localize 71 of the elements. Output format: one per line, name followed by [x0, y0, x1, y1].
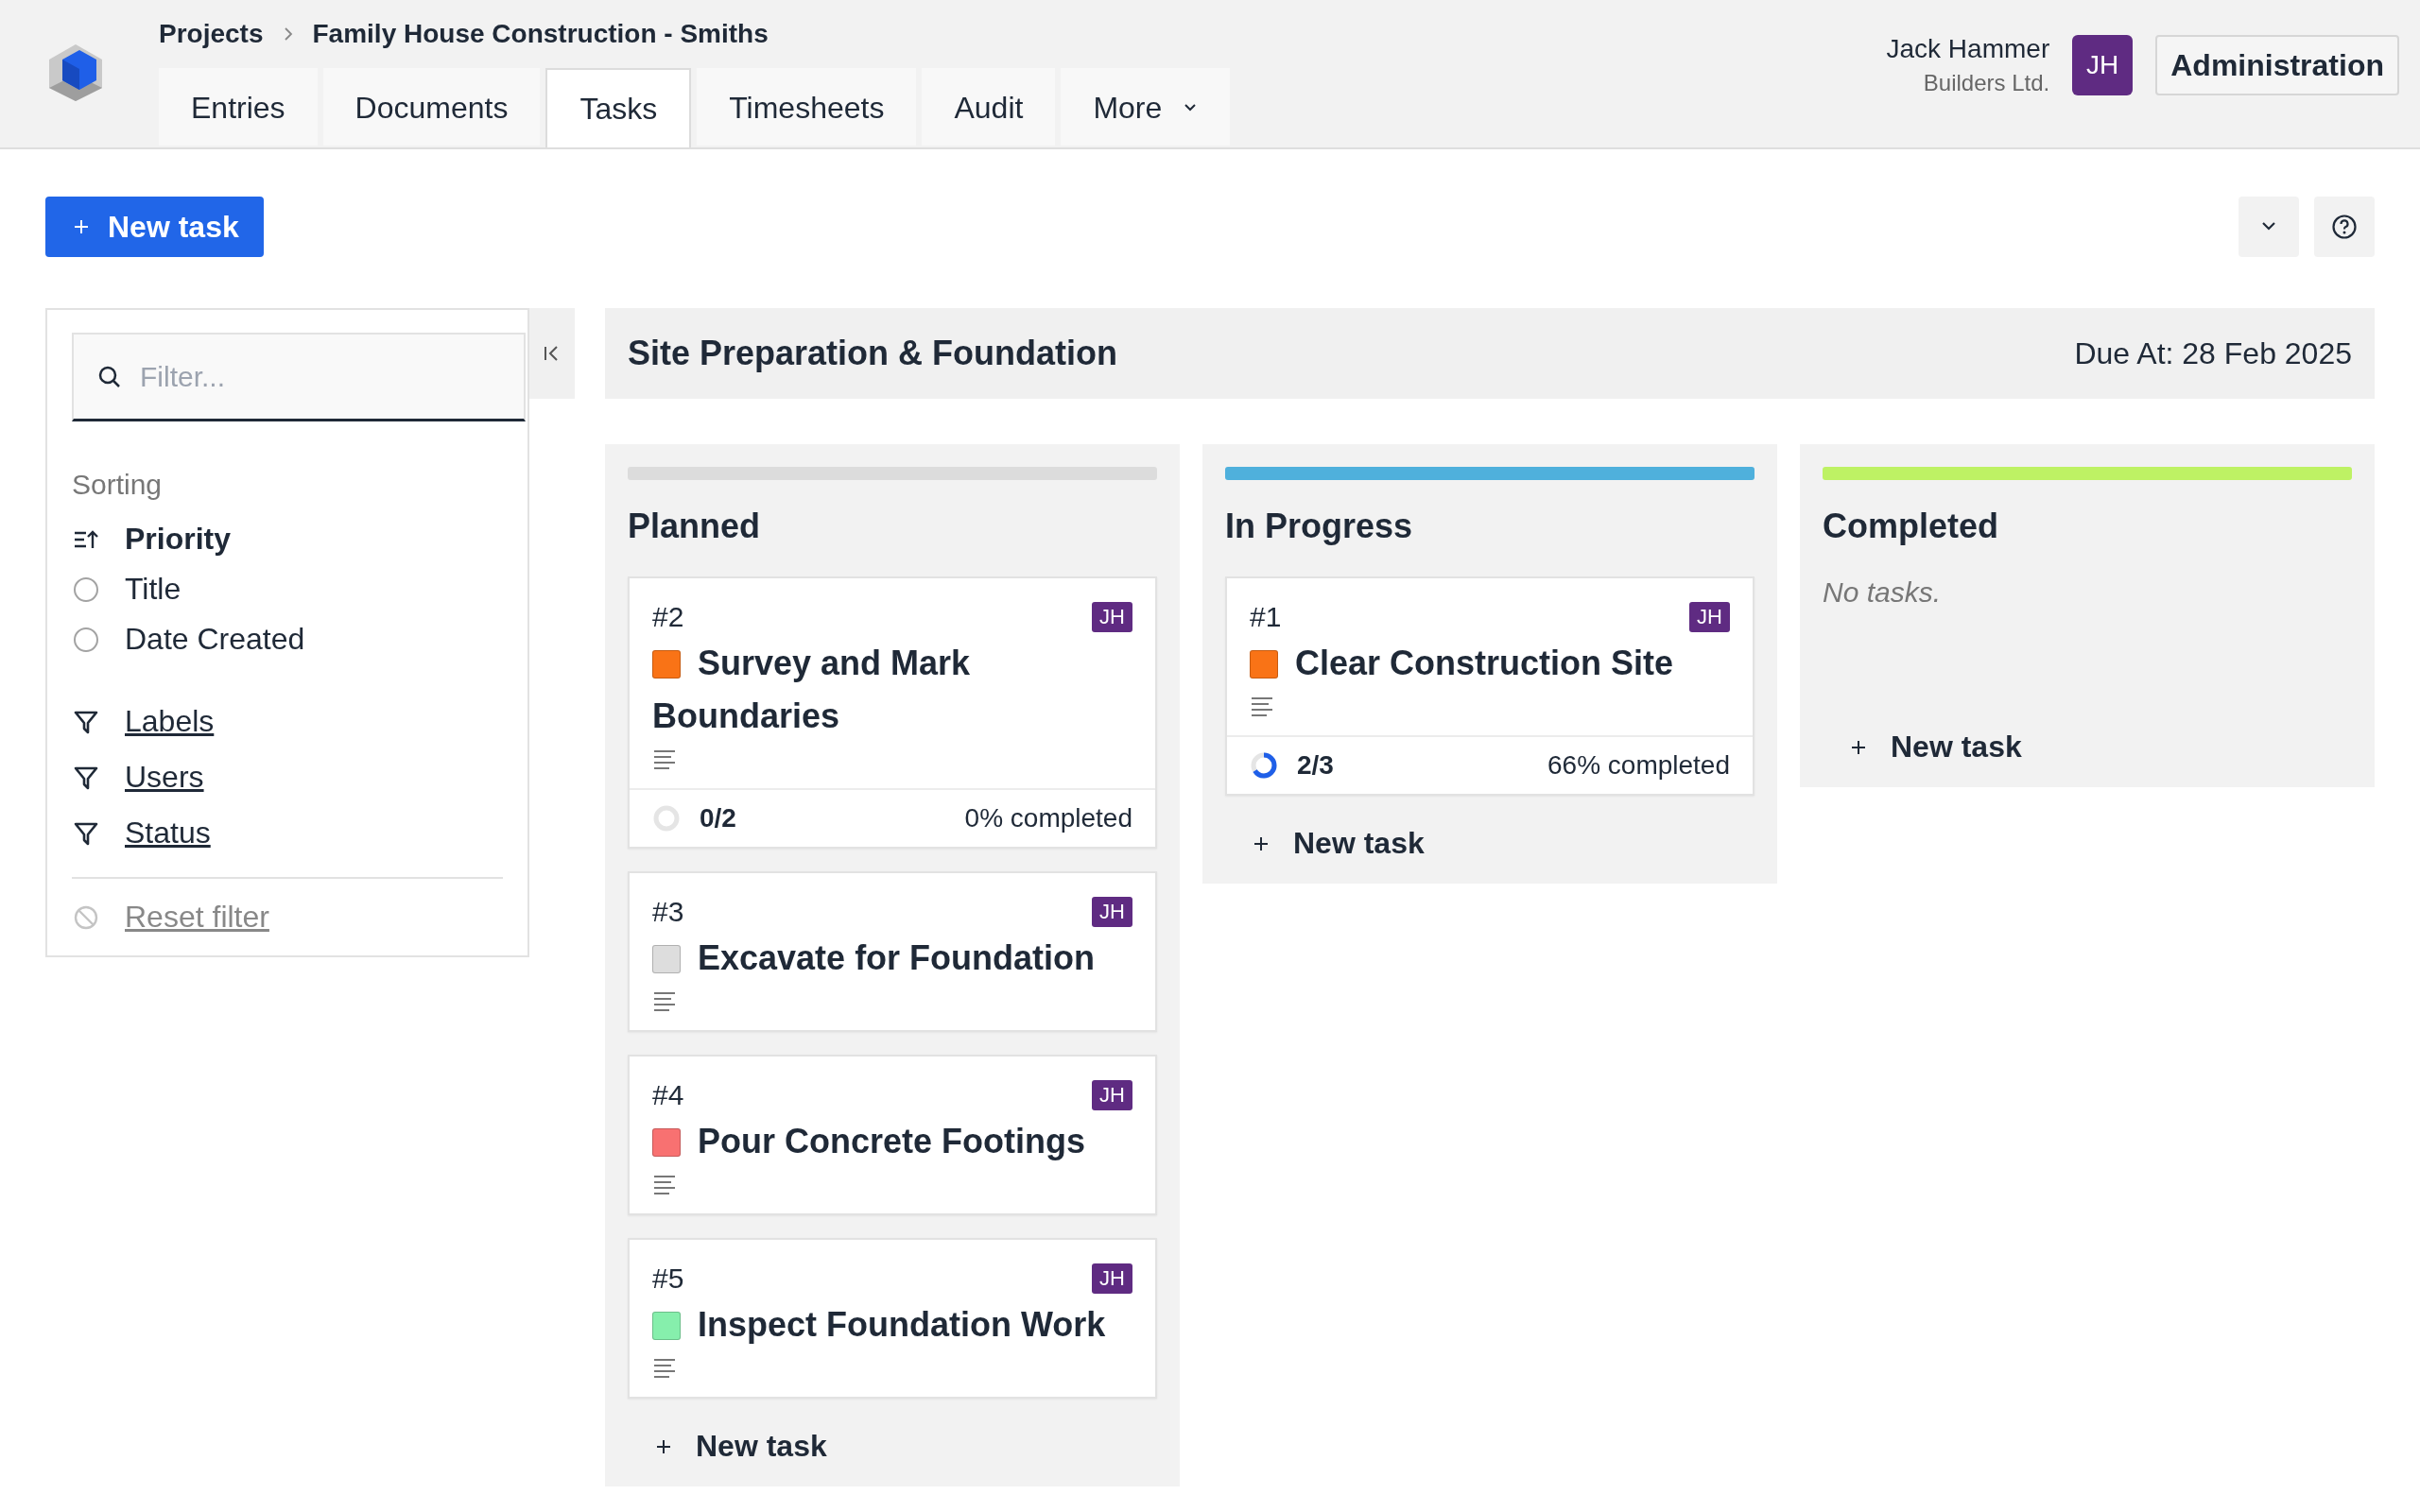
plus-icon [72, 217, 91, 236]
description-icon [652, 1357, 677, 1380]
task-number: #4 [652, 1079, 684, 1111]
column-title: Planned [628, 507, 762, 546]
section-label: Sorting [72, 469, 164, 501]
nav-tab[interactable]: Timesheets [697, 68, 917, 146]
nav-tab[interactable]: More [1061, 68, 1231, 146]
task-card[interactable]: #2 JH Survey and Mark Boundaries 0/2 0% completed [628, 576, 1157, 849]
nav-tab[interactable]: Audit [922, 68, 1056, 146]
task-title: Excavate for Foundation [652, 932, 1132, 985]
administration-button[interactable]: Administration [2155, 35, 2399, 95]
assignee-badge: JH [1092, 602, 1132, 632]
task-title: Pour Concrete Footings [652, 1115, 1132, 1168]
column-title: In Progress [1225, 507, 1414, 546]
blocked-icon [72, 903, 100, 931]
task-title: Inspect Foundation Work [652, 1298, 1132, 1351]
task-title: Survey and Mark Boundaries [652, 643, 972, 737]
nav-tab[interactable]: Tasks [545, 68, 692, 147]
help-icon [2331, 214, 2358, 240]
task-number: #3 [652, 896, 684, 928]
due-date: Due At: 28 Feb 2025 [2074, 335, 2352, 371]
column-title: Completed [1823, 507, 1999, 546]
progress-text: 66% completed [1547, 750, 1730, 781]
add-task-button[interactable]: New task [1823, 722, 2352, 772]
radio-button[interactable] [72, 576, 100, 603]
progress-text: 0% completed [964, 803, 1132, 833]
assignee-badge: JH [1092, 897, 1132, 927]
progress-ring [652, 804, 681, 833]
caret-icon [1183, 103, 1199, 112]
sort-option[interactable]: Title [125, 572, 182, 607]
company-name: Builders Ltd. [1923, 70, 2050, 96]
assignee-badge: JH [1092, 1263, 1132, 1294]
add-task-button[interactable]: New task [628, 1421, 1157, 1471]
nav-tab[interactable]: Documents [322, 68, 541, 146]
task-number: #1 [1250, 601, 1282, 633]
task-card[interactable]: #4 JH Pour Concrete Footings [628, 1055, 1157, 1215]
breadcrumb-current: Family House Construction - Smiths [312, 19, 769, 49]
filter-link[interactable]: Labels [125, 704, 215, 739]
cube-logo-icon[interactable] [47, 43, 104, 103]
description-icon [1250, 696, 1274, 718]
task-card[interactable]: #3 JH Excavate for Foundation [628, 871, 1157, 1032]
breadcrumb-link[interactable]: Projects [159, 19, 264, 49]
filter-link[interactable]: Status [125, 816, 211, 850]
radio-button[interactable] [72, 626, 100, 653]
subtask-count: 2/3 [1297, 750, 1334, 781]
task-card[interactable]: #5 JH Inspect Foundation Work [628, 1238, 1157, 1399]
assignee-badge: JH [1689, 602, 1730, 632]
help-button[interactable] [2314, 197, 2375, 257]
subtask-count: 0/2 [700, 803, 736, 833]
empty-message: No tasks. [1823, 576, 1943, 609]
task-number: #2 [652, 601, 684, 633]
progress-ring [1250, 751, 1278, 780]
description-icon [652, 748, 677, 771]
task-card[interactable]: #1 JH Clear Construction Site 2/3 66% completed [1225, 576, 1754, 796]
user-avatar[interactable]: JH [2072, 35, 2134, 95]
chevron-right-icon [282, 26, 294, 42]
add-task-button[interactable]: New task [1225, 818, 1754, 868]
filter-field[interactable]: Filter... [72, 333, 526, 421]
nav-tab[interactable]: Entries [159, 68, 318, 146]
filter-link[interactable]: Users [125, 760, 204, 795]
sort-option[interactable]: Priority [125, 522, 232, 557]
milestone-title: Site Preparation & Foundation [628, 334, 1118, 373]
chevron-down-icon [2259, 221, 2278, 232]
new-task-button[interactable]: New task [45, 197, 264, 257]
description-icon [652, 990, 677, 1013]
sort-option[interactable]: Date Created [125, 622, 305, 657]
user-name: Jack Hammer [1886, 34, 2050, 64]
task-title: Clear Construction Site [1250, 637, 1730, 690]
task-number: #5 [652, 1263, 684, 1295]
description-icon [652, 1174, 677, 1196]
assignee-badge: JH [1092, 1080, 1132, 1110]
